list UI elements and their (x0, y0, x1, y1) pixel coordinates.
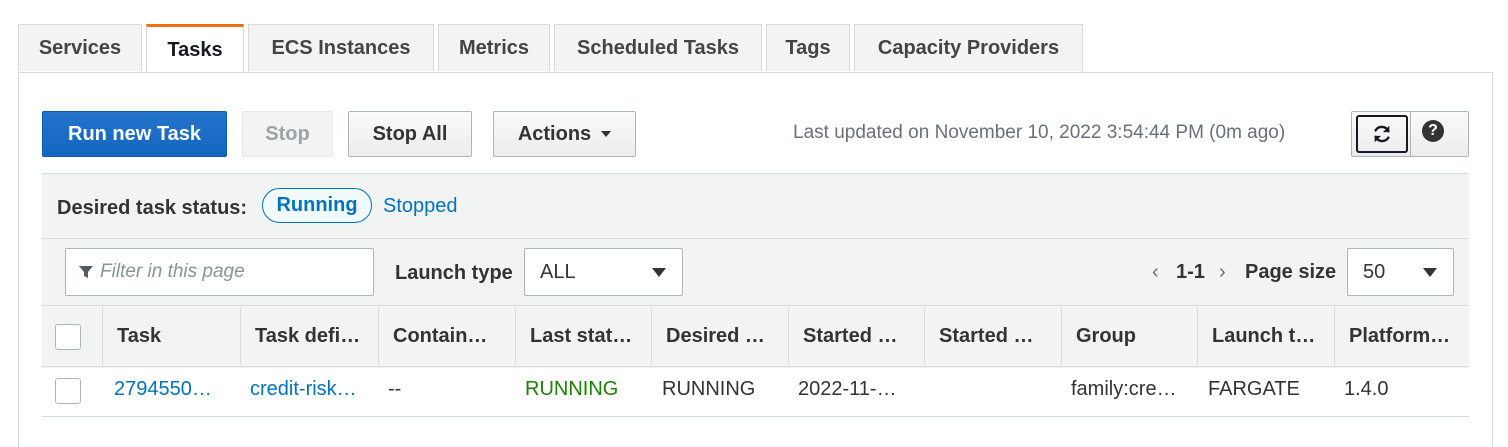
column-header-container[interactable]: Contain… (378, 307, 515, 365)
button-divider (1410, 112, 1411, 156)
status-running-pill[interactable]: Running (262, 188, 372, 223)
panel-border-right (1492, 72, 1493, 447)
stop-button[interactable]: Stop (242, 111, 333, 157)
status-stopped-link[interactable]: Stopped (383, 195, 458, 218)
tab-tasks[interactable]: Tasks (146, 24, 244, 73)
tab-tags[interactable]: Tags (766, 24, 850, 71)
tab-services[interactable]: Services (18, 24, 142, 71)
tab-divider (18, 72, 1493, 73)
launch-type-label: Launch type (395, 262, 513, 284)
dropdown-arrow-icon (1423, 268, 1437, 277)
tab-metrics[interactable]: Metrics (438, 24, 550, 71)
filter-divider (42, 238, 1469, 239)
launch-type-select[interactable]: ALL (524, 248, 683, 296)
desired-status-cell: RUNNING (662, 378, 756, 400)
help-icon[interactable]: ? (1422, 120, 1444, 142)
page-size-value: 50 (1363, 260, 1386, 283)
column-header-task-definition[interactable]: Task defi… (240, 307, 378, 365)
launch-type-value: ALL (540, 260, 576, 283)
tab-capacity-providers[interactable]: Capacity Providers (854, 24, 1083, 71)
filter-input[interactable] (100, 261, 350, 283)
tab-bar: Services Tasks ECS Instances Metrics Sch… (18, 24, 1087, 73)
task-id-link[interactable]: 2794550… (114, 378, 212, 401)
dropdown-arrow-icon (652, 268, 666, 277)
column-header-last-status[interactable]: Last stat… (515, 307, 651, 365)
column-header-started-at[interactable]: Started … (788, 307, 924, 365)
caret-down-icon (601, 131, 612, 137)
icon-button-group: ? (1351, 111, 1469, 157)
pagination-range: 1-1 (1176, 261, 1205, 283)
started-at-cell: 2022-11-… (798, 378, 897, 400)
task-definition-link[interactable]: credit-risk… (250, 378, 357, 401)
platform-cell: 1.4.0 (1344, 378, 1389, 400)
last-updated-text: Last updated on November 10, 2022 3:54:4… (793, 122, 1286, 143)
next-page-icon[interactable]: › (1219, 261, 1226, 284)
prev-page-icon[interactable]: ‹ (1152, 261, 1159, 284)
stop-all-button[interactable]: Stop All (348, 111, 472, 157)
page-size-label: Page size (1245, 261, 1337, 283)
refresh-button[interactable] (1356, 115, 1408, 153)
refresh-icon (1374, 125, 1390, 143)
column-header-launch-type[interactable]: Launch t… (1197, 307, 1334, 365)
select-all-checkbox[interactable] (55, 324, 81, 350)
column-header-platform[interactable]: Platform… (1334, 307, 1469, 365)
tab-ecs-instances[interactable]: ECS Instances (248, 24, 434, 71)
page-size-select[interactable]: 50 (1347, 248, 1454, 296)
column-header-task[interactable]: Task (102, 307, 240, 365)
actions-dropdown[interactable]: Actions (493, 111, 636, 157)
column-header-desired-status[interactable]: Desired … (651, 307, 788, 365)
run-new-task-button[interactable]: Run new Task (42, 111, 227, 157)
actions-label: Actions (517, 122, 592, 145)
row-checkbox[interactable] (55, 378, 81, 404)
container-cell: -- (388, 378, 402, 400)
column-header-started-by[interactable]: Started … (924, 307, 1061, 365)
table-header-bottom (42, 366, 1469, 367)
table-row-bottom (42, 416, 1469, 417)
header-divider (42, 305, 1469, 306)
filter-input-wrapper[interactable] (65, 248, 374, 296)
last-status-cell: RUNNING (525, 378, 619, 400)
column-header-group[interactable]: Group (1061, 307, 1197, 365)
desired-status-label: Desired task status: (57, 197, 248, 219)
filter-icon (79, 266, 93, 278)
tab-scheduled-tasks[interactable]: Scheduled Tasks (554, 24, 762, 71)
launch-type-cell: FARGATE (1208, 378, 1300, 400)
panel-border-left (18, 72, 19, 447)
group-cell: family:cre… (1071, 378, 1177, 400)
